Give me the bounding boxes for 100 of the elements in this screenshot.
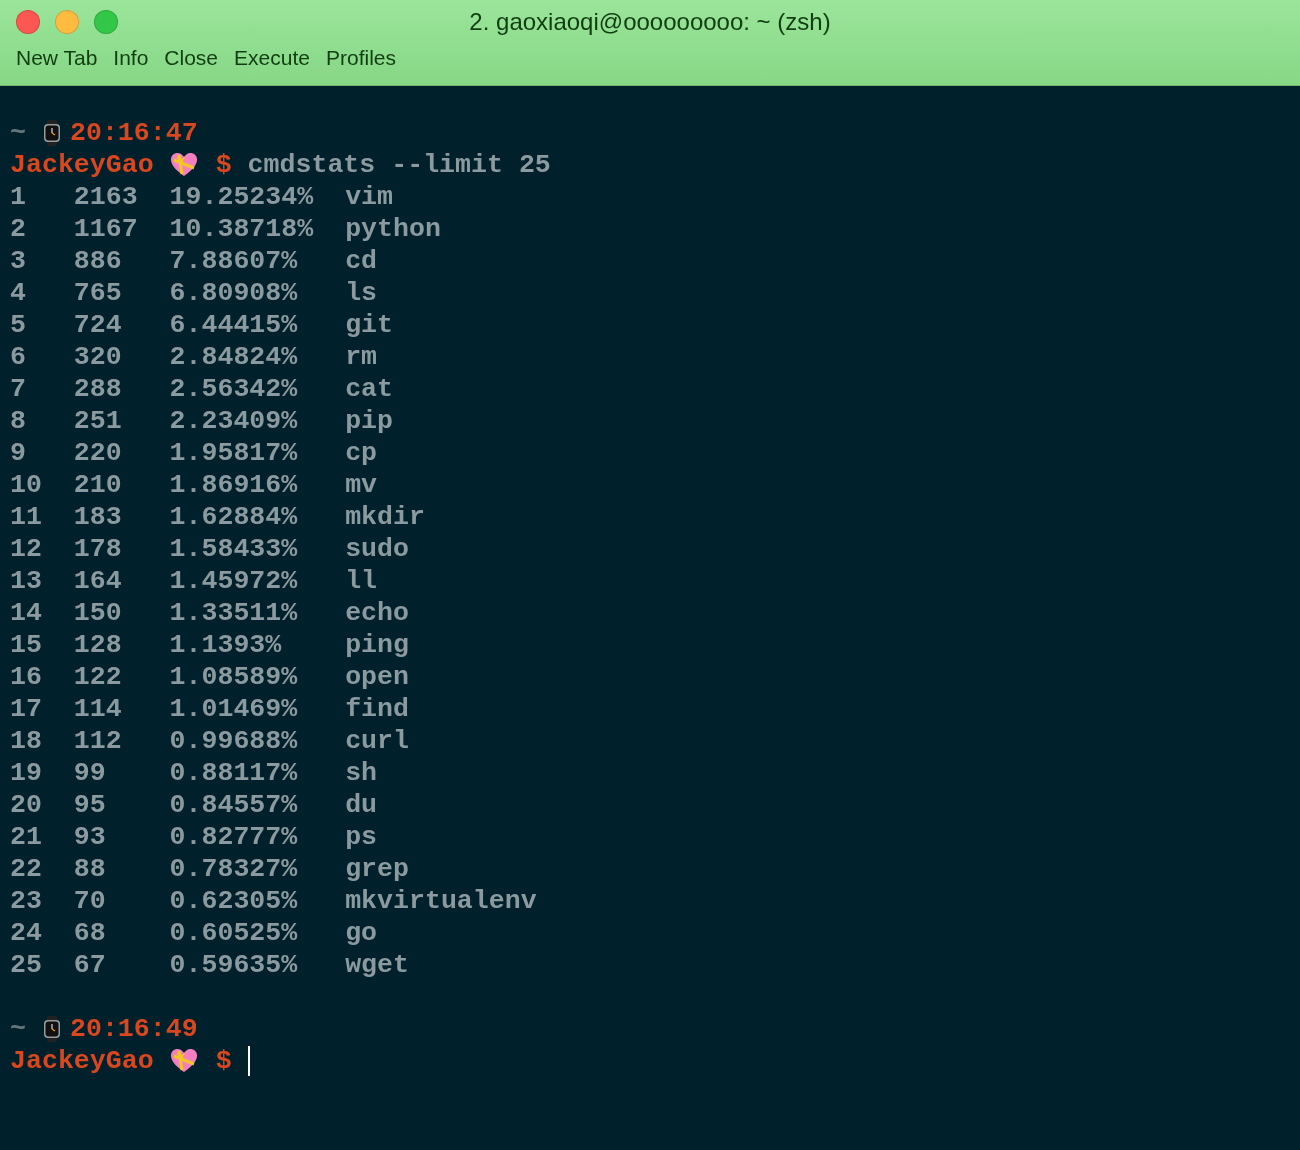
output-text: 18	[10, 725, 42, 757]
output-text: 1.01469%	[169, 693, 298, 725]
output-text: 2.23409%	[169, 405, 298, 437]
toolbar-button[interactable]: Profiles	[319, 44, 402, 72]
output-text: 0.59635%	[169, 949, 298, 981]
output-text: curl	[345, 725, 409, 757]
output-text: 23	[10, 885, 42, 917]
output-text: 1	[10, 181, 26, 213]
output-text: 1.33511%	[169, 597, 298, 629]
zoom-button[interactable]	[94, 10, 118, 34]
toolbar-button[interactable]: Execute	[228, 44, 316, 72]
prompt-user: JackeyGao	[10, 149, 154, 181]
output-text: cat	[345, 373, 393, 405]
output-text: 1.95817%	[169, 437, 298, 469]
output-text: 1.08589%	[169, 661, 298, 693]
prompt-path: ~	[10, 117, 26, 149]
output-text: 1.1393%	[169, 629, 282, 661]
output-text: 93	[73, 821, 106, 853]
output-text: mkvirtualenv	[345, 885, 537, 917]
output-text: 19	[10, 757, 42, 789]
output-text: cd	[345, 245, 378, 277]
prompt-symbol: $	[215, 149, 232, 181]
output-text: 886	[73, 245, 122, 277]
output-text: 6.80908%	[169, 277, 298, 309]
output-text: 19.25234%	[169, 181, 314, 213]
output-text: rm	[345, 341, 378, 373]
output-text: 210	[73, 469, 122, 501]
output-text: 68	[73, 917, 106, 949]
output-text: 0.62305%	[169, 885, 298, 917]
output-text: 22	[10, 853, 42, 885]
output-text: go	[345, 917, 378, 949]
toolbar-button[interactable]: Info	[107, 44, 155, 72]
prompt-symbol: $	[215, 1045, 232, 1077]
output-text: 24	[10, 917, 42, 949]
output-text: 1.86916%	[169, 469, 298, 501]
output-text: 15	[10, 629, 42, 661]
output-text: cp	[345, 437, 378, 469]
output-text: 11	[10, 501, 42, 533]
output-text: 6	[10, 341, 26, 373]
output-text: 320	[73, 341, 122, 373]
watch-icon	[41, 1016, 62, 1042]
toolbar-button[interactable]: New Tab	[10, 44, 104, 72]
output-text: sudo	[345, 533, 409, 565]
output-text: ll	[345, 565, 378, 597]
prompt-user: JackeyGao	[10, 1045, 154, 1077]
output-text: 0.99688%	[169, 725, 298, 757]
output-text: 2.56342%	[169, 373, 298, 405]
output-text: 0.78327%	[169, 853, 298, 885]
gift-heart-icon	[169, 1048, 198, 1074]
output-text: vim	[345, 181, 393, 213]
gift-heart-icon	[169, 152, 198, 178]
output-text: 150	[73, 597, 122, 629]
output-text: ls	[345, 277, 378, 309]
output-text: 70	[73, 885, 106, 917]
output-text: 21	[10, 821, 42, 853]
prompt-time: 20:16:49	[69, 1013, 198, 1045]
output-text: 0.88117%	[169, 757, 298, 789]
output-text: grep	[345, 853, 409, 885]
output-text: 16	[10, 661, 42, 693]
output-text: 0.84557%	[169, 789, 298, 821]
output-text: 3	[10, 245, 26, 277]
output-text: 1.58433%	[169, 533, 298, 565]
output-text: ping	[345, 629, 409, 661]
output-text: open	[345, 661, 409, 693]
output-text: 2	[10, 213, 26, 245]
watch-icon	[41, 120, 62, 146]
output-text: python	[345, 213, 441, 245]
output-text: 251	[73, 405, 122, 437]
close-button[interactable]	[16, 10, 40, 34]
output-text: echo	[345, 597, 409, 629]
output-text: du	[345, 789, 378, 821]
output-text: 178	[73, 533, 122, 565]
output-text: 67	[73, 949, 106, 981]
command-text: cmdstats --limit 25	[247, 149, 551, 181]
output-text: 8	[10, 405, 26, 437]
output-text: 9	[10, 437, 26, 469]
output-text: 99	[73, 757, 106, 789]
output-text: 164	[73, 565, 122, 597]
output-text: git	[345, 309, 393, 341]
toolbar-button[interactable]: Close	[158, 44, 225, 72]
output-text: 13	[10, 565, 42, 597]
output-text: 14	[10, 597, 42, 629]
output-text: 2163	[73, 181, 138, 213]
output-text: 1167	[73, 213, 138, 245]
output-text: 7	[10, 373, 26, 405]
output-text: 6.44415%	[169, 309, 298, 341]
output-text: sh	[345, 757, 378, 789]
prompt-path: ~	[10, 1013, 26, 1045]
output-text: 10	[10, 469, 42, 501]
output-text: 724	[73, 309, 122, 341]
minimize-button[interactable]	[55, 10, 79, 34]
output-text: 2.84824%	[169, 341, 298, 373]
output-text: 114	[73, 693, 122, 725]
output-text: 122	[73, 661, 122, 693]
output-text: wget	[345, 949, 409, 981]
output-text: 10.38718%	[169, 213, 314, 245]
output-text: 288	[73, 373, 122, 405]
output-text: 112	[73, 725, 122, 757]
output-text: 183	[73, 501, 122, 533]
output-text: 25	[10, 949, 42, 981]
